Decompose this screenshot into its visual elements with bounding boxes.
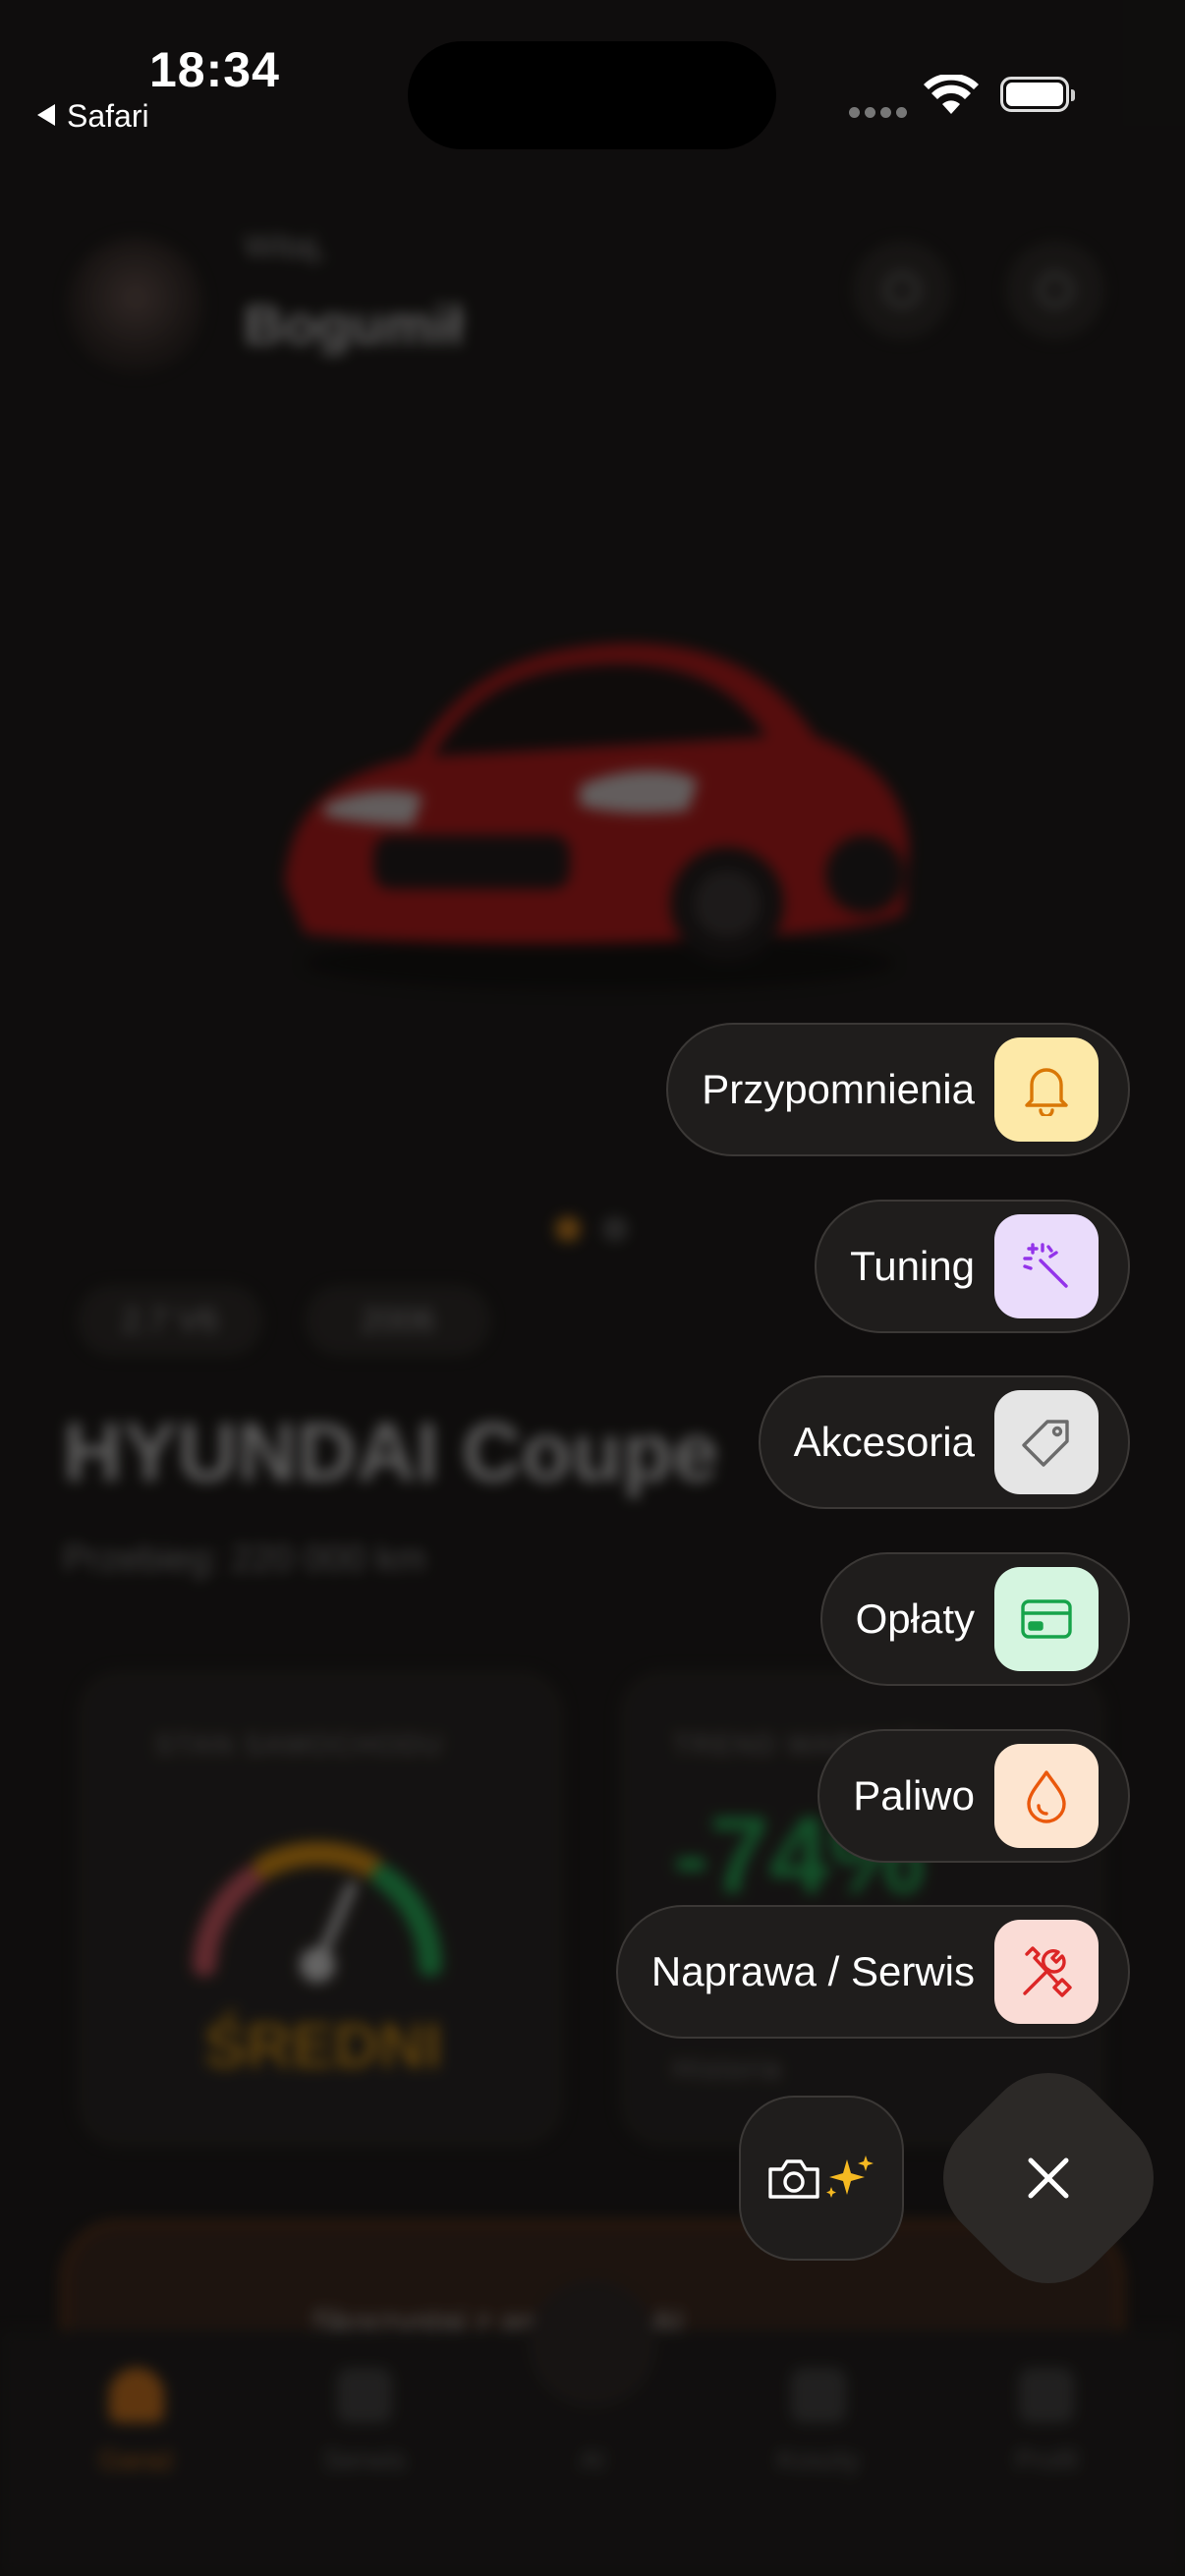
menu-item-label: Akcesoria (793, 1419, 975, 1465)
battery-icon (1000, 77, 1075, 112)
back-to-safari-link[interactable]: Safari (37, 98, 149, 135)
menu-item-label: Tuning (850, 1243, 975, 1289)
close-icon (1028, 2157, 1069, 2199)
menu-item-label: Naprawa / Serwis (650, 1948, 975, 1994)
cellular-signal-icon (849, 105, 912, 123)
ai-camera-scan-button[interactable] (739, 2096, 904, 2261)
wifi-icon (924, 75, 979, 114)
magic-wand-icon (994, 1214, 1099, 1318)
back-label: Safari (67, 98, 149, 134)
back-arrow-icon (37, 104, 55, 126)
menu-item-label: Opłaty (855, 1596, 975, 1642)
menu-item-tuning[interactable]: Tuning (815, 1200, 1130, 1333)
camera-sparkle-icon (768, 2156, 874, 2199)
tag-icon (994, 1390, 1099, 1494)
menu-item-accessories[interactable]: Akcesoria (758, 1375, 1130, 1509)
fuel-drop-icon (994, 1744, 1099, 1848)
menu-item-fuel[interactable]: Paliwo (818, 1729, 1130, 1863)
dynamic-island (408, 41, 776, 149)
menu-item-repair-service[interactable]: Naprawa / Serwis (615, 1905, 1130, 2039)
status-bar: 18:34 Safari (0, 0, 1185, 157)
status-time: 18:34 (149, 42, 280, 97)
tools-icon (994, 1920, 1099, 2024)
menu-item-label: Paliwo (853, 1772, 975, 1819)
menu-item-label: Przypomnienia (702, 1066, 975, 1112)
menu-item-fees[interactable]: Opłaty (819, 1552, 1130, 1686)
menu-item-reminders[interactable]: Przypomnienia (666, 1023, 1130, 1156)
credit-card-icon (994, 1567, 1099, 1671)
bell-icon (994, 1037, 1099, 1142)
